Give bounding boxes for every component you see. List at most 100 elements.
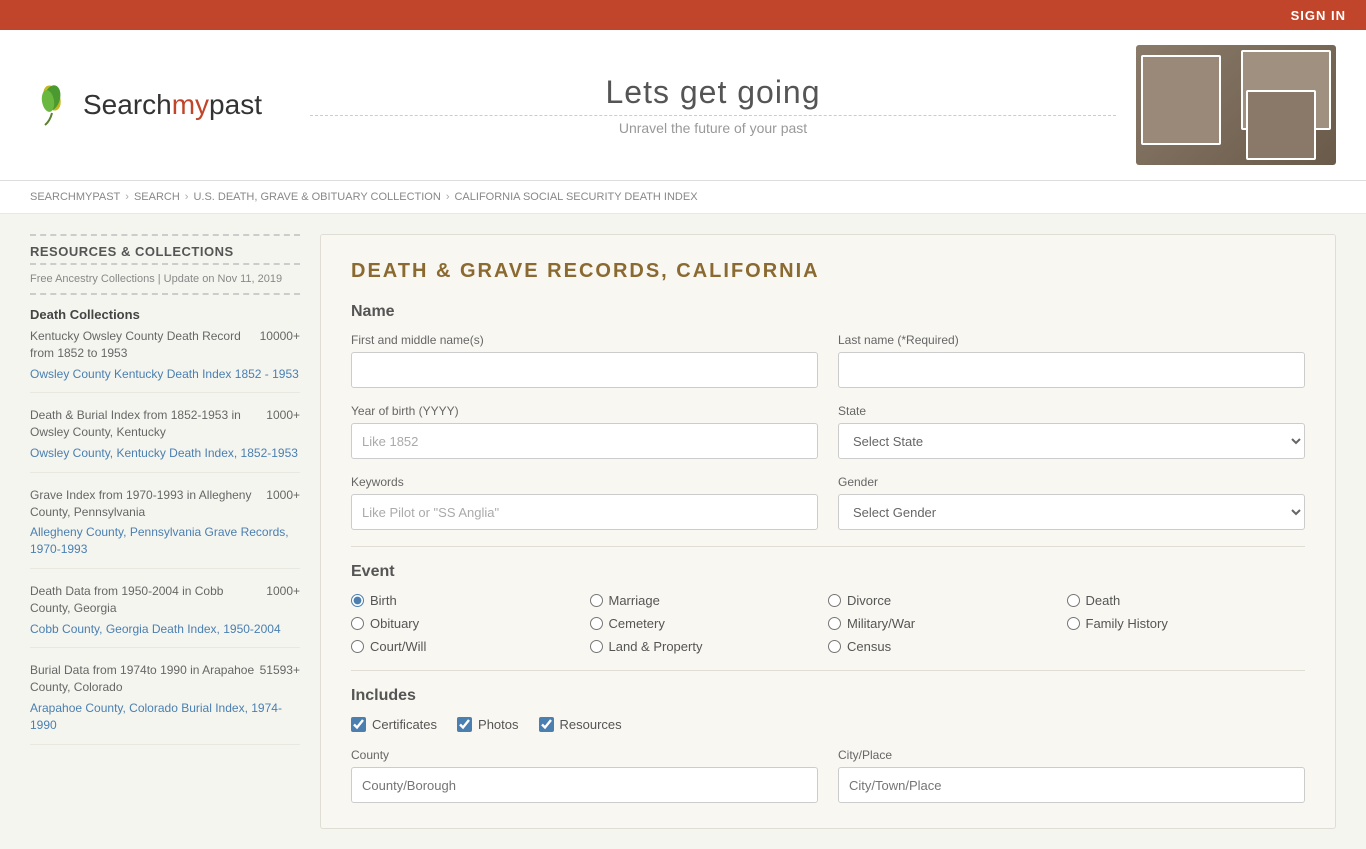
resources-checkbox[interactable] bbox=[539, 717, 554, 732]
sidebar-item-desc: 51593+ Burial Data from 1974to 1990 in A… bbox=[30, 662, 300, 696]
event-divorce-label: Divorce bbox=[847, 593, 891, 608]
sidebar-item-desc: 1000+ Grave Index from 1970-1993 in Alle… bbox=[30, 487, 300, 521]
event-court-label: Court/Will bbox=[370, 639, 426, 654]
last-name-input[interactable] bbox=[838, 352, 1305, 388]
event-family-radio[interactable] bbox=[1067, 617, 1080, 630]
photos-checkbox[interactable] bbox=[457, 717, 472, 732]
tagline-subtext: Unravel the future of your past bbox=[310, 115, 1116, 136]
keywords-gender-row: Keywords Gender Select Gender Male Femal… bbox=[351, 475, 1305, 530]
sidebar-item-desc: 1000+ Death & Burial Index from 1852-195… bbox=[30, 407, 300, 441]
event-obituary[interactable]: Obituary bbox=[351, 616, 590, 631]
state-group: State Select State Alabama Alaska Arizon… bbox=[838, 404, 1305, 459]
sidebar-subtitle: Free Ancestry Collections | Update on No… bbox=[30, 273, 300, 295]
keywords-label: Keywords bbox=[351, 475, 818, 489]
sidebar: RESOURCES & COLLECTIONS Free Ancestry Co… bbox=[30, 234, 300, 829]
event-divorce[interactable]: Divorce bbox=[828, 593, 1067, 608]
event-death-radio[interactable] bbox=[1067, 594, 1080, 607]
certificates-label: Certificates bbox=[372, 717, 437, 732]
event-census[interactable]: Census bbox=[828, 639, 1067, 654]
gender-select[interactable]: Select Gender Male Female bbox=[838, 494, 1305, 530]
year-group: Year of birth (YYYY) bbox=[351, 404, 818, 459]
sidebar-item-link[interactable]: Owsley County Kentucky Death Index 1852 … bbox=[30, 366, 300, 383]
event-land-radio[interactable] bbox=[590, 640, 603, 653]
county-label: County bbox=[351, 748, 818, 762]
event-birth-label: Birth bbox=[370, 593, 397, 608]
event-cemetery[interactable]: Cemetery bbox=[590, 616, 829, 631]
event-land[interactable]: Land & Property bbox=[590, 639, 829, 654]
include-photos[interactable]: Photos bbox=[457, 717, 518, 732]
list-item: 10000+ Kentucky Owsley County Death Reco… bbox=[30, 328, 300, 393]
year-state-row: Year of birth (YYYY) State Select State … bbox=[351, 404, 1305, 459]
certificates-checkbox[interactable] bbox=[351, 717, 366, 732]
event-marriage[interactable]: Marriage bbox=[590, 593, 829, 608]
breadcrumb-collection[interactable]: U.S. DEATH, GRAVE & OBITUARY COLLECTION bbox=[193, 191, 440, 203]
state-select[interactable]: Select State Alabama Alaska Arizona Arka… bbox=[838, 423, 1305, 459]
bottom-fields: County City/Place bbox=[351, 748, 1305, 803]
event-military-label: Military/War bbox=[847, 616, 915, 631]
include-certificates[interactable]: Certificates bbox=[351, 717, 437, 732]
event-military[interactable]: Military/War bbox=[828, 616, 1067, 631]
photo-1 bbox=[1141, 55, 1221, 145]
list-item: 51593+ Burial Data from 1974to 1990 in A… bbox=[30, 662, 300, 744]
event-family-history[interactable]: Family History bbox=[1067, 616, 1306, 631]
sidebar-item-link[interactable]: Arapahoe County, Colorado Burial Index, … bbox=[30, 700, 300, 734]
breadcrumb-searchmypast[interactable]: SEARCHMYPAST bbox=[30, 191, 120, 203]
name-row: First and middle name(s) Last name (*Req… bbox=[351, 333, 1305, 388]
breadcrumb-search[interactable]: SEARCH bbox=[134, 191, 180, 203]
breadcrumb-current: CALIFORNIA SOCIAL SECURITY DEATH INDEX bbox=[454, 191, 697, 203]
county-input[interactable] bbox=[351, 767, 818, 803]
header-tagline: Lets get going Unravel the future of you… bbox=[310, 74, 1116, 136]
event-death-label: Death bbox=[1086, 593, 1121, 608]
gender-label: Gender bbox=[838, 475, 1305, 489]
include-resources[interactable]: Resources bbox=[539, 717, 622, 732]
event-section: Event Birth Marriage Divorce Death bbox=[351, 563, 1305, 654]
event-birth[interactable]: Birth bbox=[351, 593, 590, 608]
city-label: City/Place bbox=[838, 748, 1305, 762]
last-name-label: Last name (*Required) bbox=[838, 333, 1305, 347]
event-divorce-radio[interactable] bbox=[828, 594, 841, 607]
breadcrumb: SEARCHMYPAST › SEARCH › U.S. DEATH, GRAV… bbox=[0, 181, 1366, 214]
event-census-radio[interactable] bbox=[828, 640, 841, 653]
sidebar-item-link[interactable]: Cobb County, Georgia Death Index, 1950-2… bbox=[30, 621, 300, 638]
name-section-label: Name bbox=[351, 303, 1305, 321]
event-birth-radio[interactable] bbox=[351, 594, 364, 607]
includes-section: Includes Certificates Photos Resources bbox=[351, 687, 1305, 732]
first-name-label: First and middle name(s) bbox=[351, 333, 818, 347]
sidebar-item-count: 1000+ bbox=[266, 487, 300, 504]
event-court[interactable]: Court/Will bbox=[351, 639, 590, 654]
year-label: Year of birth (YYYY) bbox=[351, 404, 818, 418]
form-panel: DEATH & GRAVE RECORDS, CALIFORNIA Name F… bbox=[320, 234, 1336, 829]
first-name-input[interactable] bbox=[351, 352, 818, 388]
first-name-group: First and middle name(s) bbox=[351, 333, 818, 388]
includes-row: Certificates Photos Resources bbox=[351, 717, 1305, 732]
keywords-group: Keywords bbox=[351, 475, 818, 530]
includes-label: Includes bbox=[351, 687, 1305, 705]
event-marriage-label: Marriage bbox=[609, 593, 660, 608]
photo-3 bbox=[1246, 90, 1316, 160]
tagline-heading: Lets get going bbox=[310, 74, 1116, 111]
gender-group: Gender Select Gender Male Female bbox=[838, 475, 1305, 530]
event-land-label: Land & Property bbox=[609, 639, 703, 654]
event-obituary-radio[interactable] bbox=[351, 617, 364, 630]
sidebar-item-link[interactable]: Owsley County, Kentucky Death Index, 185… bbox=[30, 445, 300, 462]
county-field: County bbox=[351, 748, 818, 803]
event-marriage-radio[interactable] bbox=[590, 594, 603, 607]
city-field: City/Place bbox=[838, 748, 1305, 803]
sidebar-item-desc: 10000+ Kentucky Owsley County Death Reco… bbox=[30, 328, 300, 362]
event-section-label: Event bbox=[351, 563, 1305, 581]
logo-text: Searchmypast bbox=[83, 89, 262, 121]
event-military-radio[interactable] bbox=[828, 617, 841, 630]
year-input[interactable] bbox=[351, 423, 818, 459]
event-court-radio[interactable] bbox=[351, 640, 364, 653]
event-death[interactable]: Death bbox=[1067, 593, 1306, 608]
sidebar-section-title: RESOURCES & COLLECTIONS bbox=[30, 234, 300, 265]
sign-in-link[interactable]: SIGN IN bbox=[1291, 8, 1346, 23]
logo-area: Searchmypast bbox=[30, 83, 310, 128]
city-input[interactable] bbox=[838, 767, 1305, 803]
list-item: 1000+ Grave Index from 1970-1993 in Alle… bbox=[30, 487, 300, 569]
event-cemetery-radio[interactable] bbox=[590, 617, 603, 630]
sidebar-item-link[interactable]: Allegheny County, Pennsylvania Grave Rec… bbox=[30, 524, 300, 558]
sidebar-item-count: 1000+ bbox=[266, 583, 300, 600]
sidebar-item-count: 10000+ bbox=[260, 328, 300, 345]
keywords-input[interactable] bbox=[351, 494, 818, 530]
